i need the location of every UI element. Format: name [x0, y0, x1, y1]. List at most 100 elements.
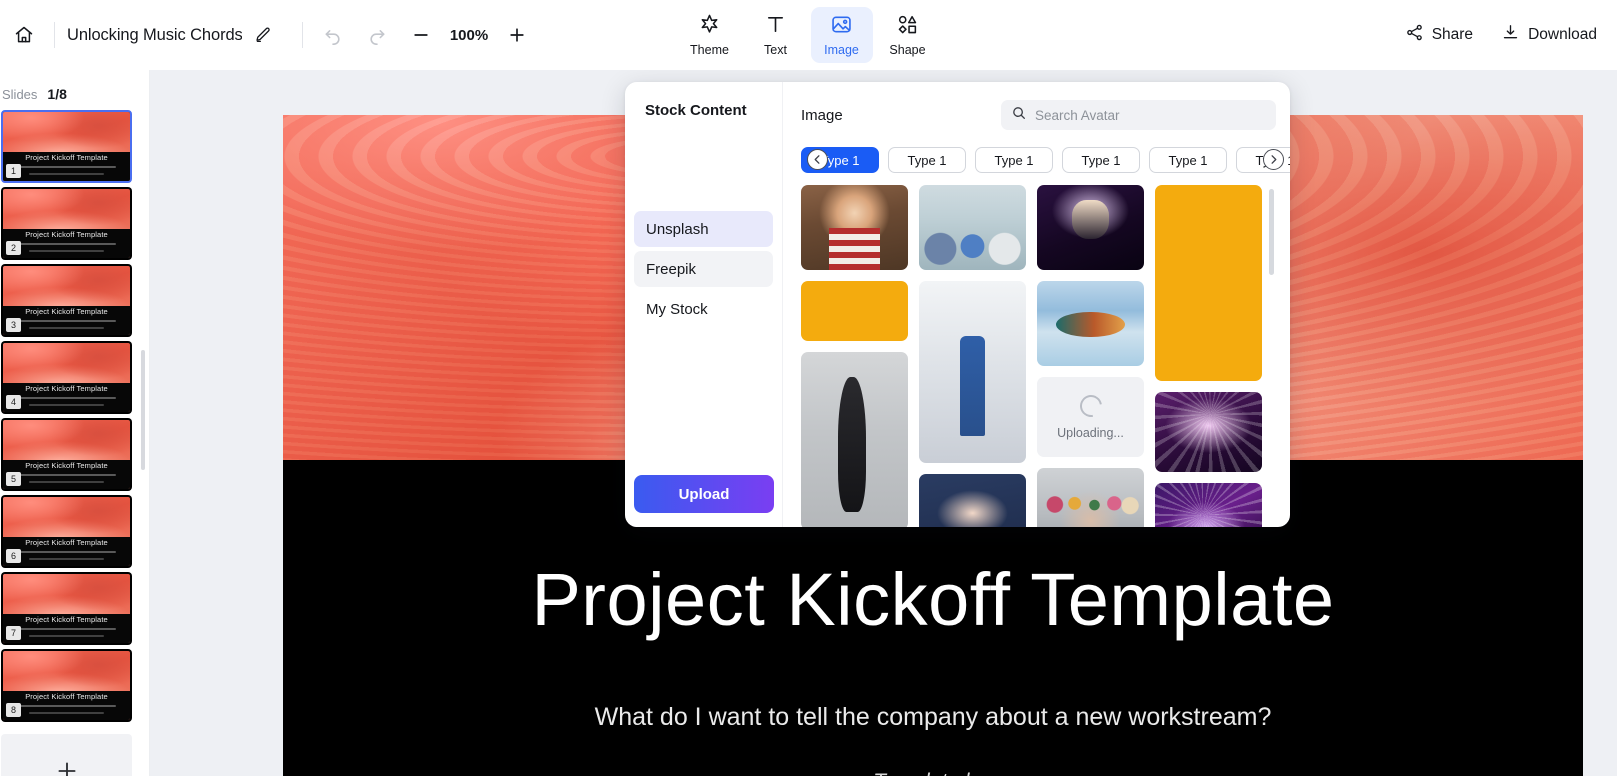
slide-thumbnail[interactable]: Project Kickoff Template 5 — [1, 418, 132, 491]
thumbnail-title: Project Kickoff Template — [25, 153, 108, 162]
thumbnail-title: Project Kickoff Template — [25, 230, 108, 239]
share-button[interactable]: Share — [1395, 16, 1483, 54]
stock-source-freepik[interactable]: Freepik — [634, 251, 773, 287]
slide-thumbnail[interactable]: Project Kickoff Template 7 — [1, 572, 132, 645]
toolbar-right-group: Share Download — [1395, 0, 1617, 70]
slides-counter: 1/8 — [47, 86, 67, 102]
zoom-out-button[interactable] — [403, 17, 439, 53]
download-tray-icon — [1501, 23, 1520, 47]
stock-image-tile[interactable] — [801, 185, 908, 270]
search-input[interactable] — [1035, 107, 1266, 123]
shapes-icon — [896, 13, 919, 41]
zoom-controls: 100% — [403, 17, 535, 53]
thumbnail-number: 6 — [6, 549, 21, 563]
slides-label: Slides — [2, 87, 38, 102]
slide-thumbnail[interactable]: Project Kickoff Template 1 — [1, 110, 132, 183]
tool-image[interactable]: Image — [810, 7, 873, 63]
thumbnail-title: Project Kickoff Template — [25, 461, 108, 470]
thumbnail-subtitle-line — [17, 320, 116, 322]
thumbnail-byline-line — [29, 712, 104, 714]
thumbnail-byline-line — [29, 558, 104, 560]
thumbnail-subtitle-line — [17, 551, 116, 553]
grid-column: Uploading... — [1037, 185, 1144, 527]
slide-thumbnail-list: Project Kickoff Template 1 Project Kickoff… — [0, 110, 149, 776]
stock-image-tile[interactable] — [1155, 483, 1262, 527]
thumbnail-number: 5 — [6, 472, 21, 486]
download-button[interactable]: Download — [1491, 16, 1607, 54]
stock-source-label: Unsplash — [646, 220, 709, 238]
stock-image-tile[interactable] — [1037, 281, 1144, 366]
tool-theme[interactable]: Theme — [679, 7, 741, 63]
grid-scrollbar[interactable] — [1269, 189, 1274, 275]
grid-column — [919, 185, 1026, 527]
stock-image-tile[interactable] — [919, 474, 1026, 527]
grid-column — [1155, 185, 1262, 527]
type-chip[interactable]: Type 1 — [1062, 147, 1140, 173]
stock-image-grid[interactable]: Uploading... — [801, 185, 1276, 527]
stock-source-my-stock[interactable]: My Stock — [634, 291, 773, 327]
uploading-label: Uploading... — [1057, 425, 1124, 440]
tool-group: Theme Text Image Shape — [679, 0, 939, 70]
redo-arrow-icon[interactable] — [359, 17, 395, 53]
stock-image-tile[interactable] — [919, 185, 1026, 270]
zoom-in-button[interactable] — [499, 17, 535, 53]
uploading-tile: Uploading... — [1037, 377, 1144, 457]
stock-image-tile[interactable] — [1037, 468, 1144, 527]
zoom-level: 100% — [449, 26, 489, 44]
thumbnail-number: 1 — [6, 164, 21, 178]
home-icon[interactable] — [6, 17, 42, 53]
stock-source-unsplash[interactable]: Unsplash — [634, 211, 773, 247]
slide-thumbnail[interactable]: Project Kickoff Template 4 — [1, 341, 132, 414]
stock-image-tile[interactable] — [1155, 392, 1262, 472]
slide-subtitle[interactable]: What do I want to tell the company about… — [283, 703, 1583, 732]
stock-placeholder-tile[interactable] — [801, 281, 908, 341]
thumbnail-number: 4 — [6, 395, 21, 409]
tool-image-label: Image — [824, 43, 859, 58]
document-title[interactable]: Unlocking Music Chords... — [67, 26, 242, 45]
stock-image-tile[interactable] — [1037, 185, 1144, 270]
divider — [302, 22, 303, 48]
star-burst-icon — [698, 13, 721, 41]
sidebar-scrollbar[interactable] — [141, 350, 145, 470]
grid-column — [801, 185, 908, 527]
chevron-right-circle-icon[interactable] — [1263, 149, 1284, 170]
stock-placeholder-tile[interactable] — [1155, 185, 1262, 381]
thumbnail-byline-line — [29, 327, 104, 329]
tool-shape[interactable]: Shape — [877, 7, 939, 63]
thumbnail-title: Project Kickoff Template — [25, 692, 108, 701]
slide-title[interactable]: Project Kickoff Template — [283, 557, 1583, 642]
upload-button[interactable]: Upload — [634, 475, 774, 513]
stock-content-panel: Stock Content Unsplash Freepik My Stock Up… — [625, 82, 1290, 527]
loading-spinner-icon — [1075, 390, 1106, 421]
stock-panel-title: Stock Content — [645, 102, 747, 119]
type-chip[interactable]: Type 1 — [1149, 147, 1227, 173]
search-icon — [1011, 105, 1027, 126]
thumbnail-title: Project Kickoff Template — [25, 538, 108, 547]
search-box[interactable] — [1001, 100, 1276, 130]
slide-thumbnail[interactable]: Project Kickoff Template 8 — [1, 649, 132, 722]
stock-panel-toolbar: Image — [801, 100, 1276, 130]
slide-thumbnail[interactable]: Project Kickoff Template 2 — [1, 187, 132, 260]
chevron-left-circle-icon[interactable] — [807, 149, 828, 170]
stock-image-tile[interactable] — [919, 281, 1026, 463]
type-chip[interactable]: Type 1 — [888, 147, 966, 173]
download-label: Download — [1528, 26, 1597, 43]
type-filter-chips: Type 1Type 1Type 1Type 1Type 1Type 1 — [801, 147, 1290, 173]
slide-thumbnail[interactable]: Project Kickoff Template 6 — [1, 495, 132, 568]
slides-header: Slides 1/8 — [0, 70, 149, 110]
tool-text[interactable]: Text — [745, 7, 807, 63]
slide-thumbnail[interactable]: Project Kickoff Template 3 — [1, 264, 132, 337]
undo-arrow-icon[interactable] — [315, 17, 351, 53]
pencil-icon[interactable] — [248, 20, 278, 50]
thumbnail-title: Project Kickoff Template — [25, 307, 108, 316]
slide-byline[interactable]: Template by: — [283, 770, 1583, 776]
share-label: Share — [1431, 26, 1474, 43]
type-chip[interactable]: Type 1 — [975, 147, 1053, 173]
add-slide-button[interactable] — [1, 734, 132, 776]
tool-shape-label: Shape — [889, 43, 926, 58]
content-kind-label: Image — [801, 106, 843, 124]
stock-source-label: My Stock — [646, 300, 708, 318]
thumbnail-subtitle-line — [17, 397, 116, 399]
stock-image-tile[interactable] — [801, 352, 908, 527]
toolbar-left-group: Unlocking Music Chords... 100% — [0, 0, 535, 70]
